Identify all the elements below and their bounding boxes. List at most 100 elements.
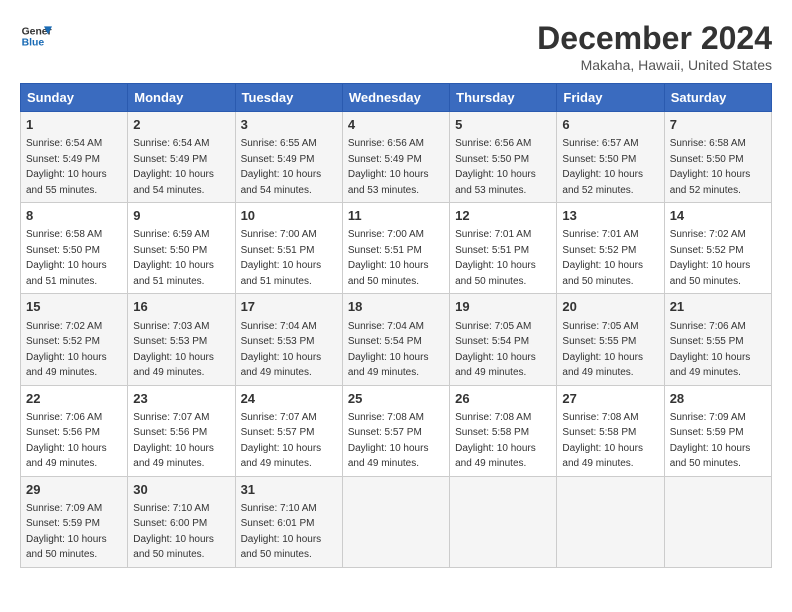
day-info: Sunrise: 7:08 AMSunset: 5:58 PMDaylight:…: [455, 412, 536, 470]
day-number: 2: [133, 116, 229, 134]
day-info: Sunrise: 6:56 AMSunset: 5:49 PMDaylight:…: [348, 138, 429, 196]
calendar-week-row: 15 Sunrise: 7:02 AMSunset: 5:52 PMDaylig…: [21, 294, 772, 385]
calendar-cell: 28 Sunrise: 7:09 AMSunset: 5:59 PMDaylig…: [664, 385, 771, 476]
day-number: 29: [26, 481, 122, 499]
day-info: Sunrise: 6:58 AMSunset: 5:50 PMDaylight:…: [670, 138, 751, 196]
calendar-cell: 12 Sunrise: 7:01 AMSunset: 5:51 PMDaylig…: [450, 203, 557, 294]
day-number: 1: [26, 116, 122, 134]
day-info: Sunrise: 7:07 AMSunset: 5:56 PMDaylight:…: [133, 412, 214, 470]
day-number: 27: [562, 390, 658, 408]
day-number: 31: [241, 481, 337, 499]
day-number: 26: [455, 390, 551, 408]
day-info: Sunrise: 6:56 AMSunset: 5:50 PMDaylight:…: [455, 138, 536, 196]
calendar-cell: 16 Sunrise: 7:03 AMSunset: 5:53 PMDaylig…: [128, 294, 235, 385]
calendar-cell: 22 Sunrise: 7:06 AMSunset: 5:56 PMDaylig…: [21, 385, 128, 476]
day-info: Sunrise: 7:01 AMSunset: 5:51 PMDaylight:…: [455, 229, 536, 287]
header-friday: Friday: [557, 84, 664, 112]
calendar-cell: [342, 476, 449, 567]
calendar-cell: 1 Sunrise: 6:54 AMSunset: 5:49 PMDayligh…: [21, 112, 128, 203]
calendar-cell: 29 Sunrise: 7:09 AMSunset: 5:59 PMDaylig…: [21, 476, 128, 567]
calendar-cell: 26 Sunrise: 7:08 AMSunset: 5:58 PMDaylig…: [450, 385, 557, 476]
calendar-cell: [450, 476, 557, 567]
day-number: 12: [455, 207, 551, 225]
day-number: 22: [26, 390, 122, 408]
calendar-cell: 25 Sunrise: 7:08 AMSunset: 5:57 PMDaylig…: [342, 385, 449, 476]
calendar-cell: 21 Sunrise: 7:06 AMSunset: 5:55 PMDaylig…: [664, 294, 771, 385]
day-info: Sunrise: 6:58 AMSunset: 5:50 PMDaylight:…: [26, 229, 107, 287]
location-title: Makaha, Hawaii, United States: [537, 57, 772, 73]
calendar-cell: 2 Sunrise: 6:54 AMSunset: 5:49 PMDayligh…: [128, 112, 235, 203]
day-info: Sunrise: 7:01 AMSunset: 5:52 PMDaylight:…: [562, 229, 643, 287]
day-number: 30: [133, 481, 229, 499]
day-info: Sunrise: 7:00 AMSunset: 5:51 PMDaylight:…: [241, 229, 322, 287]
header-monday: Monday: [128, 84, 235, 112]
page-header: General Blue December 2024 Makaha, Hawai…: [20, 20, 772, 73]
day-info: Sunrise: 7:08 AMSunset: 5:58 PMDaylight:…: [562, 412, 643, 470]
day-info: Sunrise: 7:00 AMSunset: 5:51 PMDaylight:…: [348, 229, 429, 287]
calendar-cell: 9 Sunrise: 6:59 AMSunset: 5:50 PMDayligh…: [128, 203, 235, 294]
day-number: 9: [133, 207, 229, 225]
day-info: Sunrise: 7:06 AMSunset: 5:55 PMDaylight:…: [670, 321, 751, 379]
day-info: Sunrise: 6:54 AMSunset: 5:49 PMDaylight:…: [133, 138, 214, 196]
calendar-cell: 17 Sunrise: 7:04 AMSunset: 5:53 PMDaylig…: [235, 294, 342, 385]
day-info: Sunrise: 7:02 AMSunset: 5:52 PMDaylight:…: [670, 229, 751, 287]
day-number: 24: [241, 390, 337, 408]
calendar-week-row: 8 Sunrise: 6:58 AMSunset: 5:50 PMDayligh…: [21, 203, 772, 294]
day-number: 16: [133, 298, 229, 316]
day-number: 4: [348, 116, 444, 134]
day-number: 19: [455, 298, 551, 316]
title-block: December 2024 Makaha, Hawaii, United Sta…: [537, 20, 772, 73]
calendar-cell: 10 Sunrise: 7:00 AMSunset: 5:51 PMDaylig…: [235, 203, 342, 294]
day-info: Sunrise: 7:05 AMSunset: 5:54 PMDaylight:…: [455, 321, 536, 379]
header-thursday: Thursday: [450, 84, 557, 112]
calendar-cell: [557, 476, 664, 567]
calendar-cell: 23 Sunrise: 7:07 AMSunset: 5:56 PMDaylig…: [128, 385, 235, 476]
day-number: 5: [455, 116, 551, 134]
calendar-cell: 4 Sunrise: 6:56 AMSunset: 5:49 PMDayligh…: [342, 112, 449, 203]
day-number: 20: [562, 298, 658, 316]
calendar-cell: 8 Sunrise: 6:58 AMSunset: 5:50 PMDayligh…: [21, 203, 128, 294]
day-info: Sunrise: 6:54 AMSunset: 5:49 PMDaylight:…: [26, 138, 107, 196]
calendar-cell: 30 Sunrise: 7:10 AMSunset: 6:00 PMDaylig…: [128, 476, 235, 567]
day-info: Sunrise: 6:55 AMSunset: 5:49 PMDaylight:…: [241, 138, 322, 196]
calendar-cell: 20 Sunrise: 7:05 AMSunset: 5:55 PMDaylig…: [557, 294, 664, 385]
calendar-cell: 3 Sunrise: 6:55 AMSunset: 5:49 PMDayligh…: [235, 112, 342, 203]
day-info: Sunrise: 7:10 AMSunset: 6:00 PMDaylight:…: [133, 503, 214, 561]
day-info: Sunrise: 7:07 AMSunset: 5:57 PMDaylight:…: [241, 412, 322, 470]
day-info: Sunrise: 7:03 AMSunset: 5:53 PMDaylight:…: [133, 321, 214, 379]
day-info: Sunrise: 7:06 AMSunset: 5:56 PMDaylight:…: [26, 412, 107, 470]
calendar-cell: 5 Sunrise: 6:56 AMSunset: 5:50 PMDayligh…: [450, 112, 557, 203]
day-number: 8: [26, 207, 122, 225]
calendar-cell: 7 Sunrise: 6:58 AMSunset: 5:50 PMDayligh…: [664, 112, 771, 203]
header-sunday: Sunday: [21, 84, 128, 112]
calendar-week-row: 29 Sunrise: 7:09 AMSunset: 5:59 PMDaylig…: [21, 476, 772, 567]
calendar-cell: [664, 476, 771, 567]
calendar-cell: 18 Sunrise: 7:04 AMSunset: 5:54 PMDaylig…: [342, 294, 449, 385]
calendar-week-row: 1 Sunrise: 6:54 AMSunset: 5:49 PMDayligh…: [21, 112, 772, 203]
day-number: 28: [670, 390, 766, 408]
day-info: Sunrise: 7:02 AMSunset: 5:52 PMDaylight:…: [26, 321, 107, 379]
calendar-cell: 19 Sunrise: 7:05 AMSunset: 5:54 PMDaylig…: [450, 294, 557, 385]
day-number: 7: [670, 116, 766, 134]
day-number: 21: [670, 298, 766, 316]
day-number: 14: [670, 207, 766, 225]
day-info: Sunrise: 7:05 AMSunset: 5:55 PMDaylight:…: [562, 321, 643, 379]
calendar-cell: 15 Sunrise: 7:02 AMSunset: 5:52 PMDaylig…: [21, 294, 128, 385]
day-number: 10: [241, 207, 337, 225]
day-number: 15: [26, 298, 122, 316]
day-number: 23: [133, 390, 229, 408]
calendar-cell: 6 Sunrise: 6:57 AMSunset: 5:50 PMDayligh…: [557, 112, 664, 203]
calendar-cell: 27 Sunrise: 7:08 AMSunset: 5:58 PMDaylig…: [557, 385, 664, 476]
header-saturday: Saturday: [664, 84, 771, 112]
svg-text:Blue: Blue: [22, 38, 45, 49]
day-number: 18: [348, 298, 444, 316]
day-number: 13: [562, 207, 658, 225]
day-info: Sunrise: 7:09 AMSunset: 5:59 PMDaylight:…: [670, 412, 751, 470]
day-info: Sunrise: 6:59 AMSunset: 5:50 PMDaylight:…: [133, 229, 214, 287]
calendar-cell: 13 Sunrise: 7:01 AMSunset: 5:52 PMDaylig…: [557, 203, 664, 294]
day-info: Sunrise: 6:57 AMSunset: 5:50 PMDaylight:…: [562, 138, 643, 196]
calendar-cell: 14 Sunrise: 7:02 AMSunset: 5:52 PMDaylig…: [664, 203, 771, 294]
day-number: 3: [241, 116, 337, 134]
logo: General Blue: [20, 20, 52, 52]
calendar-week-row: 22 Sunrise: 7:06 AMSunset: 5:56 PMDaylig…: [21, 385, 772, 476]
